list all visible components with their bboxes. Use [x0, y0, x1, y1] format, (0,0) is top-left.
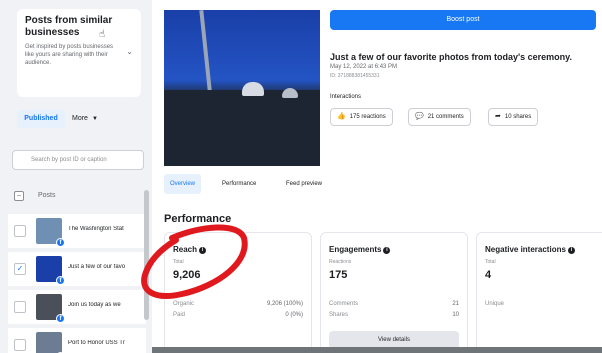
- engagements-title-text: Engagements: [329, 245, 382, 254]
- facebook-icon: f: [56, 314, 65, 323]
- tab-overview[interactable]: Overview: [164, 174, 202, 194]
- radar-dome: [242, 82, 264, 96]
- posts-scrollbar[interactable]: [144, 190, 149, 320]
- row-checkbox[interactable]: [14, 301, 26, 313]
- negative-title-text: Negative interactions: [485, 245, 566, 254]
- filter-more-label: More: [72, 115, 88, 122]
- ship-hull: [164, 90, 320, 166]
- post-thumbnail: f: [36, 332, 65, 353]
- performance-title: Performance: [164, 213, 232, 225]
- chevron-down-icon[interactable]: ⌄: [126, 47, 133, 56]
- post-row[interactable]: f Join us today as we: [8, 290, 146, 324]
- filter-more-dropdown[interactable]: More ▼: [72, 110, 98, 128]
- post-insights-panel: Boost post Just a few of our favorite ph…: [152, 0, 602, 353]
- post-thumbnail: f: [36, 294, 65, 323]
- post-row[interactable]: f Port to Honor USS Tr: [8, 328, 146, 353]
- insights-tabs: Overview Performance Feed preview: [164, 174, 594, 196]
- tab-feed-preview[interactable]: Feed preview: [280, 174, 328, 194]
- radar-dome-small: [282, 88, 298, 98]
- engagements-value: 175: [329, 269, 348, 281]
- facebook-icon: f: [56, 238, 65, 247]
- reach-paid-label: Paid: [173, 312, 186, 318]
- post-image[interactable]: [164, 10, 320, 166]
- reach-title-text: Reach: [173, 245, 198, 254]
- speech-bubble-icon: 💬: [415, 113, 424, 120]
- info-icon[interactable]: i: [199, 247, 207, 254]
- negative-interactions-card: Negative interactions i Total 4 Unique: [476, 232, 602, 353]
- tab-performance[interactable]: Performance: [216, 174, 262, 194]
- engagements-sub-label: Reactions: [329, 259, 352, 265]
- comments-chip[interactable]: 💬 21 comments: [408, 108, 471, 126]
- post-title: Just a few of our favorite photos from t…: [330, 52, 573, 62]
- reach-organic-value: 9,206 (100%): [266, 301, 303, 307]
- negative-value: 4: [485, 269, 492, 281]
- shares-chip[interactable]: ➦ 10 shares: [488, 108, 539, 126]
- reach-organic-row: Organic 9,206 (100%): [173, 301, 303, 307]
- reactions-count: 175 reactions: [349, 114, 386, 120]
- similar-posts-description: Get inspired by posts businesses like yo…: [25, 44, 114, 66]
- negative-sub-label: Total: [485, 259, 496, 265]
- comments-count: 21 comments: [427, 114, 464, 120]
- row-checkbox[interactable]: [14, 225, 26, 237]
- interactions-label: Interactions: [330, 94, 362, 100]
- post-row[interactable]: ✓ f Just a few of our favo: [8, 252, 146, 286]
- negative-card-title: Negative interactions i: [485, 245, 575, 254]
- post-row-text: The Washington Stat: [68, 226, 124, 232]
- reach-sub-label: Total: [173, 259, 184, 265]
- boost-post-button[interactable]: Boost post: [330, 10, 596, 30]
- filter-published[interactable]: Published: [17, 110, 65, 128]
- engagements-card-title: Engagements i: [329, 245, 391, 254]
- facebook-icon: f: [56, 276, 65, 285]
- post-row-text: Join us today as we: [68, 302, 121, 308]
- row-checkbox[interactable]: [14, 339, 26, 351]
- engagements-comments-value: 21: [452, 301, 459, 307]
- caret-down-icon: ▼: [91, 116, 98, 122]
- negative-unique-row: Unique: [485, 301, 594, 307]
- ship-mast: [199, 10, 213, 100]
- select-all-checkbox[interactable]: –: [14, 191, 24, 201]
- row-checkbox-checked[interactable]: ✓: [14, 263, 26, 275]
- search-input[interactable]: Search by post ID or caption: [12, 150, 144, 170]
- post-thumbnail: f: [36, 218, 65, 247]
- post-date: May 12, 2022 at 6:43 PM: [330, 64, 398, 70]
- bottom-scroll-bar: [152, 347, 602, 353]
- post-id: ID: 371888381455331: [330, 73, 380, 79]
- engagements-card: Engagements i Reactions 175 Comments 21 S…: [320, 232, 468, 353]
- engagements-shares-label: Shares: [329, 312, 349, 318]
- engagements-comments-row: Comments 21: [329, 301, 459, 307]
- info-icon[interactable]: i: [383, 247, 391, 254]
- reach-paid-value: 0 (0%): [285, 312, 303, 318]
- reach-card: Reach i Total 9,206 Organic 9,206 (100%) …: [164, 232, 312, 353]
- engagements-shares-value: 10: [452, 312, 459, 318]
- engagements-comments-label: Comments: [329, 301, 359, 307]
- negative-unique-label: Unique: [485, 301, 505, 307]
- reach-paid-row: Paid 0 (0%): [173, 312, 303, 318]
- similar-posts-card[interactable]: Posts from similar businesses Get inspir…: [17, 9, 141, 97]
- thumbs-up-icon: 👍: [337, 113, 346, 120]
- hand-cursor-icon: ☝: [99, 29, 106, 40]
- shares-count: 10 shares: [504, 114, 532, 120]
- post-row-text: Just a few of our favo: [68, 264, 126, 270]
- share-arrow-icon: ➦: [495, 113, 501, 120]
- posts-header-label: Posts: [38, 192, 56, 199]
- left-sidebar: Posts from similar businesses Get inspir…: [0, 0, 152, 353]
- reach-organic-label: Organic: [173, 301, 195, 307]
- post-row-text: Port to Honor USS Tr: [68, 340, 125, 346]
- reactions-chip[interactable]: 👍 175 reactions: [330, 108, 393, 126]
- engagements-shares-row: Shares 10: [329, 312, 459, 318]
- post-row[interactable]: f The Washington Stat: [8, 214, 146, 248]
- posts-column-header: – Posts: [8, 186, 146, 206]
- reach-value: 9,206: [173, 269, 201, 281]
- info-icon[interactable]: i: [567, 247, 575, 254]
- reach-card-title: Reach i: [173, 245, 207, 254]
- post-thumbnail: f: [36, 256, 65, 285]
